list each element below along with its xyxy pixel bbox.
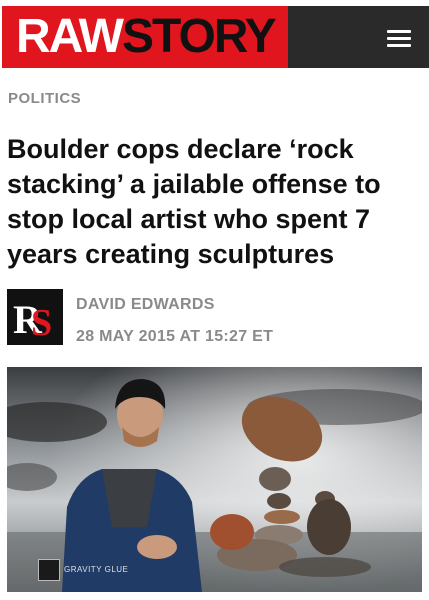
logo-text: RAWSTORY xyxy=(16,10,277,63)
watermark-text: GRAVITY GLUE xyxy=(64,565,129,574)
publish-date: 28 MAY 2015 AT 15:27 ET xyxy=(76,328,274,345)
svg-text:S: S xyxy=(31,302,52,344)
menu-area xyxy=(288,6,429,68)
hamburger-menu-icon[interactable] xyxy=(387,30,411,48)
rawstory-logo[interactable]: RAWSTORY xyxy=(2,6,288,68)
article-headline: Boulder cops declare ‘rock stacking’ a j… xyxy=(7,134,381,269)
author-avatar: R S xyxy=(7,289,63,345)
photo-watermark: GRAVITY GLUE xyxy=(38,559,128,581)
category-label[interactable]: POLITICS xyxy=(8,90,81,107)
logo-raw: RAW xyxy=(16,10,124,63)
site-header: RAWSTORY xyxy=(0,0,429,68)
logo-story: STORY xyxy=(121,10,277,63)
byline: R S DAVID EDWARDS 28 MAY 2015 AT 15:27 E… xyxy=(7,289,422,349)
rs-logo-icon: R S xyxy=(7,289,63,345)
watermark-logo-icon xyxy=(38,559,60,581)
author-name[interactable]: DAVID EDWARDS xyxy=(76,296,215,314)
